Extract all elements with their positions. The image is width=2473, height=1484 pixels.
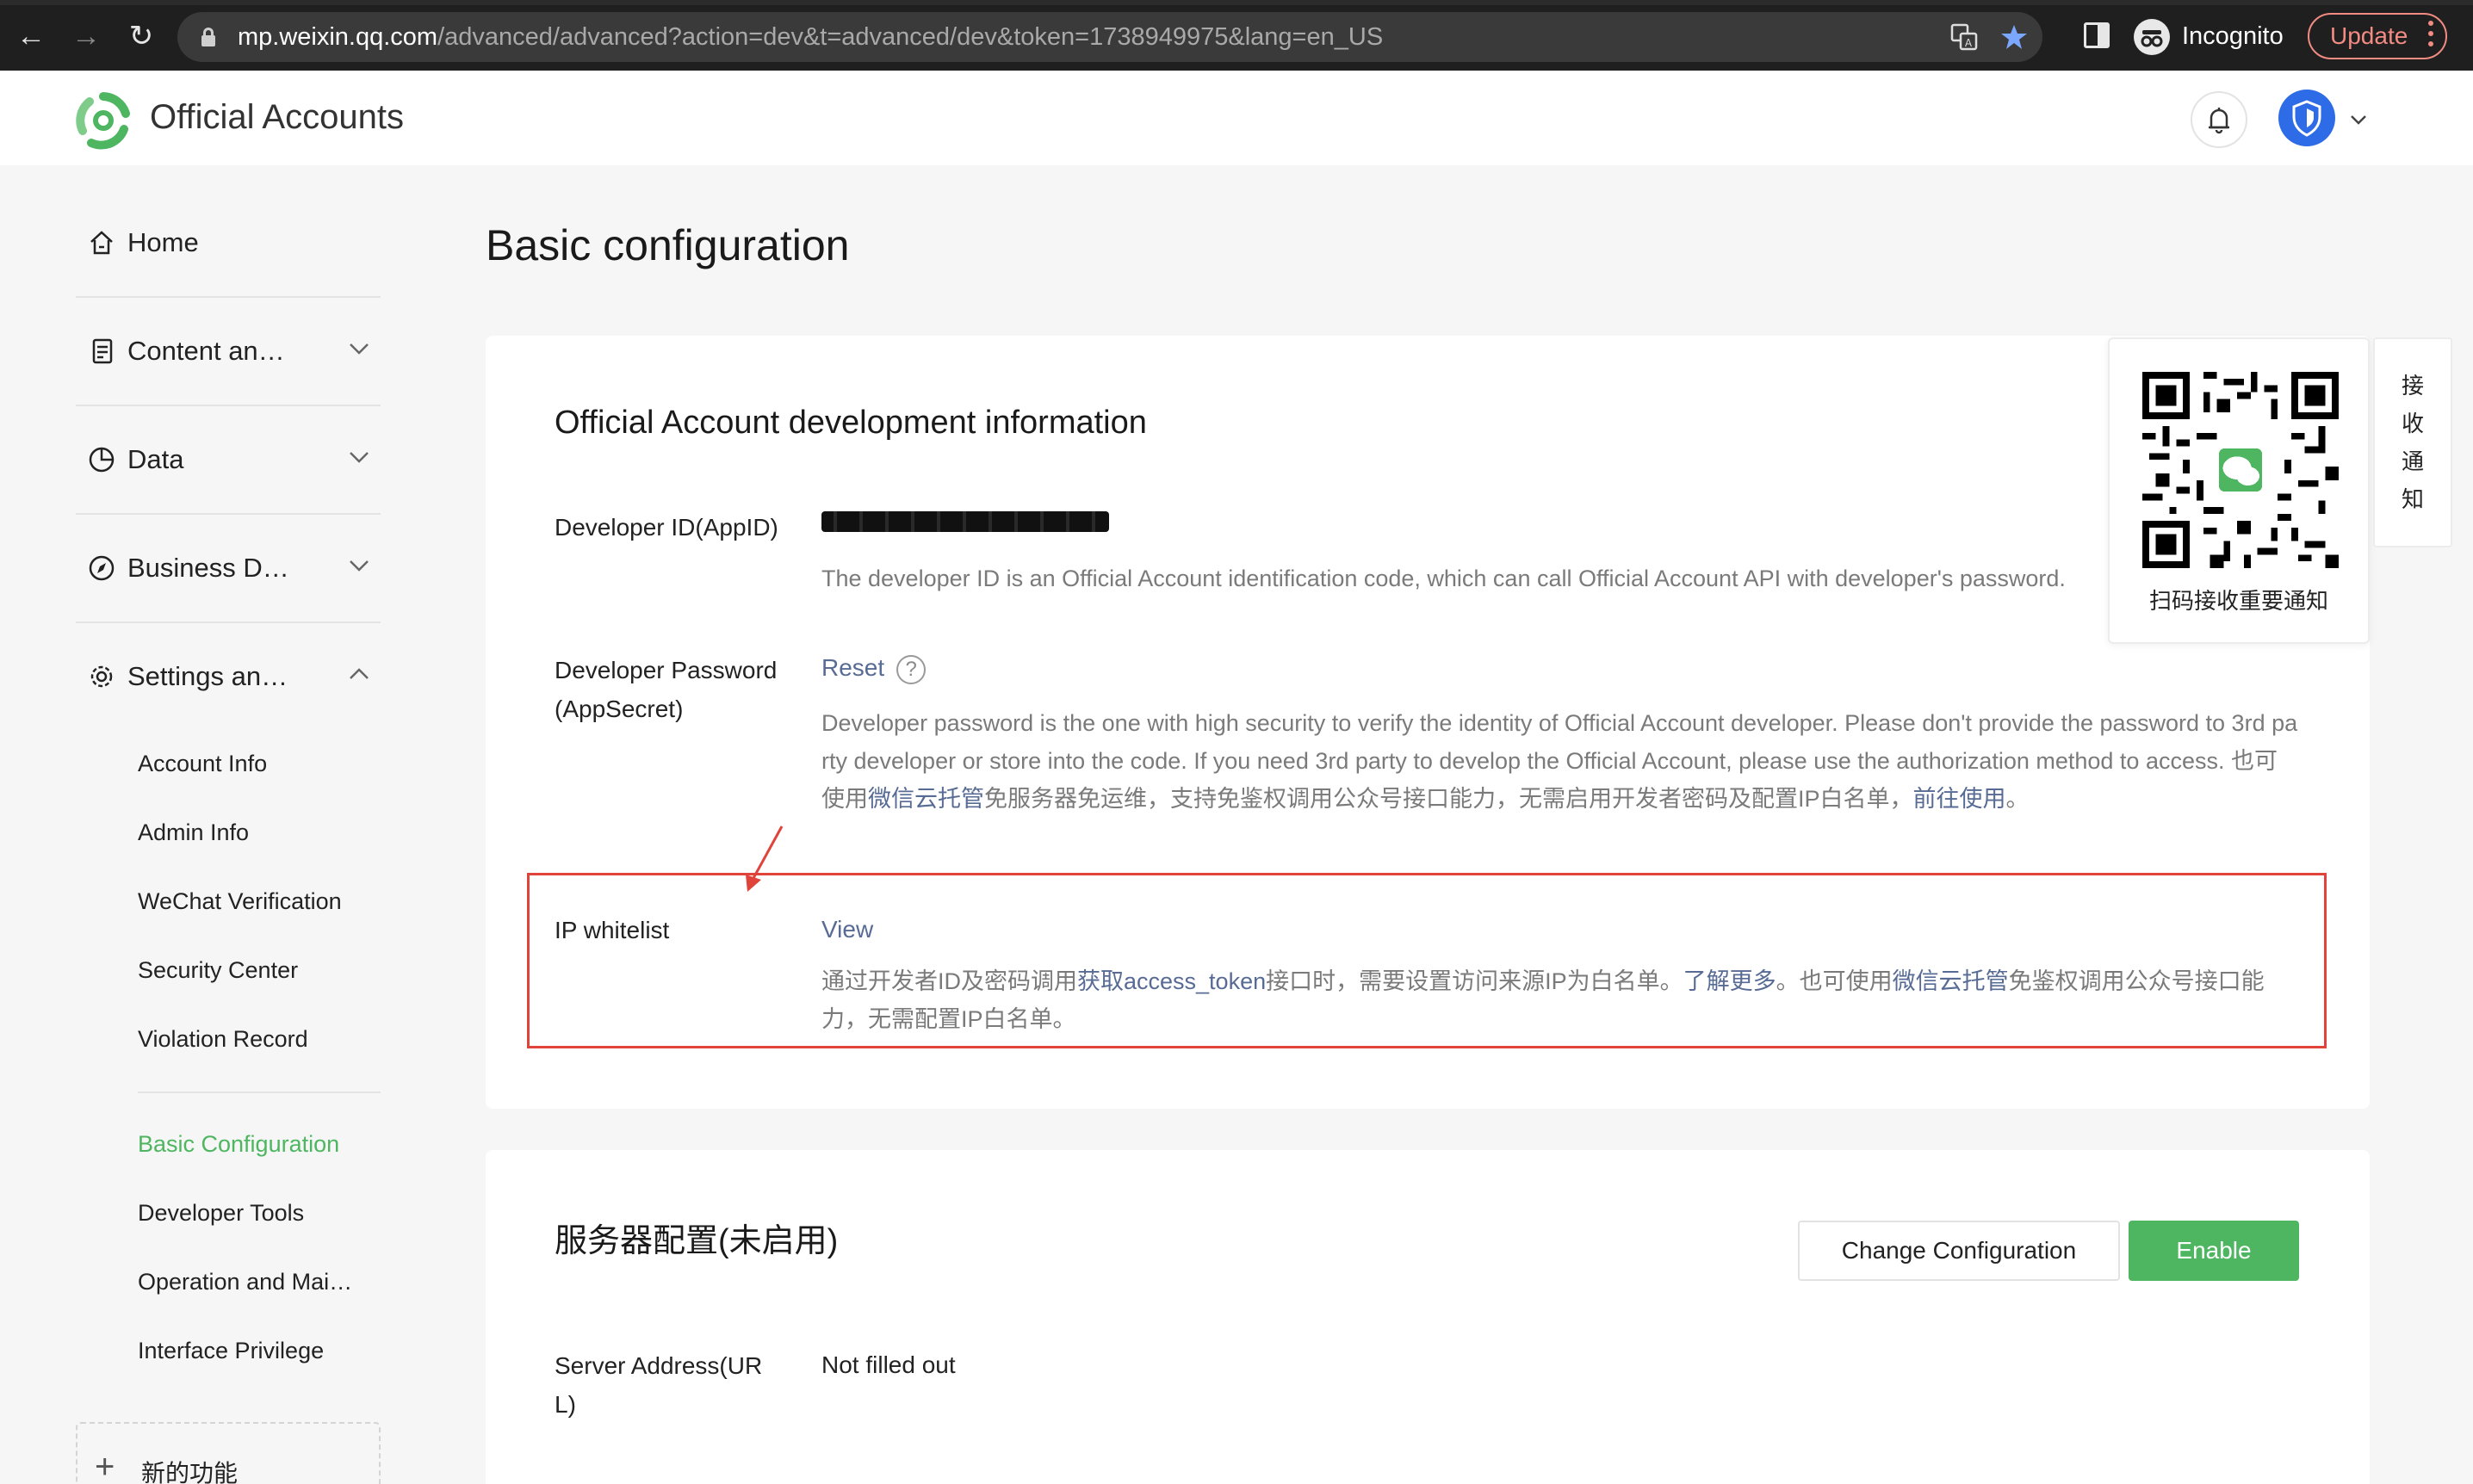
chevron-down-icon xyxy=(348,337,369,355)
new-feature-button[interactable]: + 新的功能 xyxy=(76,1422,381,1484)
chevron-down-icon[interactable] xyxy=(2349,108,2368,131)
ip-whitelist-label: IP whitelist xyxy=(555,917,670,943)
svg-text:A: A xyxy=(1965,37,1973,49)
notify-tab-char: 收 xyxy=(2401,411,2424,436)
sidebar-subitem-wechat-verification[interactable]: WeChat Verification xyxy=(138,888,342,915)
sidebar-item-data[interactable]: Data xyxy=(76,434,381,485)
sidebar-item-label: Business Development xyxy=(127,553,296,583)
gear-icon xyxy=(76,662,127,691)
bell-icon[interactable] xyxy=(2191,91,2247,148)
sidebar: Home Content and Interaction Data Busine… xyxy=(76,165,381,1484)
appsecret-desc-text: 。 xyxy=(2005,786,2030,812)
chevron-down-icon xyxy=(348,554,369,572)
ip-desc-text: 。也可使用 xyxy=(1776,968,1893,994)
chevron-up-icon xyxy=(348,663,369,680)
get-access-token-link[interactable]: 获取access_token xyxy=(1077,968,1266,994)
receive-notification-tab[interactable]: 接 收 通 知 xyxy=(2373,337,2452,547)
document-icon xyxy=(76,337,127,366)
qr-caption: 扫码接收重要通知 xyxy=(2148,588,2328,614)
appsecret-label: Developer Password(AppSecret) xyxy=(555,657,778,722)
server-config-card xyxy=(486,1150,2370,1484)
pie-chart-icon xyxy=(76,445,127,474)
server-url-label: Server Address(URL) xyxy=(555,1352,763,1418)
translate-icon[interactable]: A xyxy=(1949,22,1979,52)
side-panel-icon[interactable] xyxy=(2084,22,2110,48)
update-button[interactable]: Update xyxy=(2308,13,2447,59)
server-url-value: Not filled out xyxy=(821,1351,956,1378)
section-title-server: 服务器配置(未启用) xyxy=(555,1223,839,1259)
learn-more-link[interactable]: 了解更多 xyxy=(1683,968,1776,994)
plus-icon: + xyxy=(95,1448,115,1484)
page-title: Basic configuration xyxy=(486,221,850,269)
sidebar-subitem-security-center[interactable]: Security Center xyxy=(138,957,298,984)
wechat-official-logo[interactable] xyxy=(74,91,133,150)
tab-strip xyxy=(0,0,2473,5)
divider xyxy=(76,513,381,515)
change-configuration-button[interactable]: Change Configuration xyxy=(1798,1221,2120,1281)
cloud-hosting-link[interactable]: 微信云托管 xyxy=(868,786,984,812)
lock-icon[interactable] xyxy=(201,28,215,46)
sidebar-item-home[interactable]: Home xyxy=(76,217,381,269)
divider xyxy=(76,405,381,406)
forward-arrow-icon[interactable]: → xyxy=(67,17,105,55)
sidebar-item-label: Settings and Development xyxy=(127,661,296,691)
bookmark-star-icon[interactable] xyxy=(1999,22,2029,52)
appsecret-description: Developer password is the one with high … xyxy=(821,704,2299,818)
divider xyxy=(76,296,381,298)
more-menu-icon[interactable] xyxy=(2428,21,2435,52)
compass-icon xyxy=(76,553,127,583)
qr-code-image[interactable] xyxy=(2142,372,2339,568)
chevron-down-icon xyxy=(348,446,369,463)
appid-label: Developer ID(AppID) xyxy=(555,514,778,541)
sidebar-subitem-account-info[interactable]: Account Info xyxy=(138,751,267,777)
help-icon[interactable]: ? xyxy=(896,654,927,684)
reset-link[interactable]: Reset xyxy=(821,654,884,681)
notify-tab-char: 接 xyxy=(2401,373,2424,399)
sidebar-item-business[interactable]: Business Development xyxy=(76,542,381,594)
reset-row: Reset? xyxy=(821,654,927,684)
address-bar[interactable]: mp.weixin.qq.com/advanced/advanced?actio… xyxy=(177,12,2042,62)
redacted-appid xyxy=(821,511,1109,532)
reload-icon[interactable]: ↻ xyxy=(122,17,160,55)
brand-title[interactable]: Official Accounts xyxy=(150,98,404,137)
sidebar-item-label: Home xyxy=(127,227,199,257)
section-title-dev-info: Official Account development information xyxy=(555,405,1147,441)
sidebar-subitem-admin-info[interactable]: Admin Info xyxy=(138,819,249,846)
cloud-hosting-link[interactable]: 微信云托管 xyxy=(1893,968,2009,994)
sidebar-item-label: Data xyxy=(127,444,184,474)
ip-desc-text: 通过开发者ID及密码调用 xyxy=(821,968,1077,994)
sidebar-subitem-developer-tools[interactable]: Developer Tools xyxy=(138,1200,304,1227)
browser-toolbar: ← → ↻ mp.weixin.qq.com/advanced/advanced… xyxy=(0,0,2473,71)
notify-tab-char: 通 xyxy=(2401,448,2424,474)
sidebar-subitem-basic-configuration[interactable]: Basic Configuration xyxy=(138,1131,339,1158)
app-header: Official Accounts xyxy=(0,71,2473,165)
sidebar-item-label: Content and Interaction xyxy=(127,336,296,366)
sidebar-item-settings[interactable]: Settings and Development xyxy=(76,651,381,702)
ip-whitelist-description: 通过开发者ID及密码调用获取access_token接口时，需要设置访问来源IP… xyxy=(821,962,2299,1038)
avatar[interactable] xyxy=(2278,90,2335,146)
home-icon xyxy=(76,228,127,257)
divider xyxy=(138,1091,381,1093)
enable-button[interactable]: Enable xyxy=(2129,1221,2299,1281)
back-arrow-icon[interactable]: ← xyxy=(12,17,50,55)
divider xyxy=(76,621,381,623)
sidebar-subitem-violation-record[interactable]: Violation Record xyxy=(138,1026,308,1053)
appid-description: The developer ID is an Official Account … xyxy=(821,566,2066,591)
notify-tab-char: 知 xyxy=(2401,486,2424,512)
ip-desc-text: 接口时，需要设置访问来源IP为白名单。 xyxy=(1266,968,1683,994)
view-link[interactable]: View xyxy=(821,916,873,943)
sidebar-item-content[interactable]: Content and Interaction xyxy=(76,325,381,377)
sidebar-subitem-operation-maintenance[interactable]: Operation and Maintenance xyxy=(138,1269,362,1295)
new-feature-label: 新的功能 xyxy=(141,1460,239,1484)
url-text[interactable]: mp.weixin.qq.com/advanced/advanced?actio… xyxy=(238,23,1383,52)
incognito-icon[interactable] xyxy=(2134,19,2170,55)
incognito-label: Incognito xyxy=(2182,22,2284,50)
appsecret-desc-text: 免服务器免运维，支持免鉴权调用公众号接口能力，无需启用开发者密码及配置IP白名单… xyxy=(984,786,1913,812)
qr-notification-popup: 扫码接收重要通知 xyxy=(2108,337,2370,644)
sidebar-subitem-interface-privilege[interactable]: Interface Privilege xyxy=(138,1338,324,1364)
go-use-link[interactable]: 前往使用 xyxy=(1913,786,2006,812)
